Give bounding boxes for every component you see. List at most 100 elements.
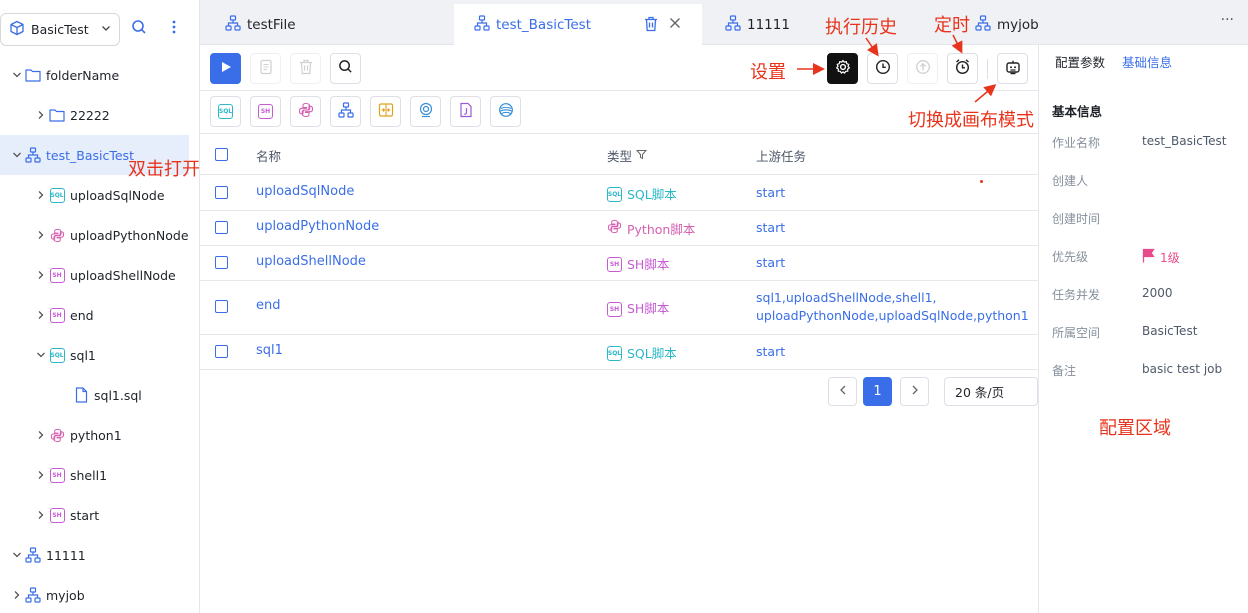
task-name-link[interactable]: sql1	[256, 343, 283, 358]
add-jar-node-button[interactable]	[450, 96, 481, 127]
tree-item[interactable]: myjob	[0, 575, 199, 613]
chevron-down-icon[interactable]	[10, 70, 24, 80]
task-name-link[interactable]: uploadPythonNode	[256, 219, 379, 234]
tree-item[interactable]: uploadPythonNode	[0, 215, 199, 255]
publish-button[interactable]	[907, 53, 938, 84]
workflow-icon	[474, 14, 490, 35]
search-button[interactable]	[127, 17, 151, 41]
copy-button[interactable]	[250, 53, 281, 84]
tree-item[interactable]: SH start	[0, 495, 199, 535]
upstream-tasks[interactable]: start	[756, 184, 1038, 202]
delete-button[interactable]	[290, 53, 321, 84]
shell-icon: SH	[607, 254, 622, 272]
more-menu-button[interactable]	[162, 17, 186, 41]
chevron-right-icon[interactable]	[34, 430, 48, 440]
table-header-divider	[200, 174, 1038, 175]
row-divider	[200, 334, 1038, 335]
workflow-icon	[24, 146, 42, 164]
tab-myjob[interactable]: myjob	[975, 4, 1039, 45]
field-value: 2000	[1142, 286, 1173, 300]
row-checkbox[interactable]	[215, 185, 228, 199]
field-value-text: BasicTest	[1142, 324, 1198, 338]
table-search-button[interactable]	[330, 53, 361, 84]
annotation-config-area: 配置区域	[1099, 418, 1171, 439]
chevron-right-icon[interactable]	[34, 510, 48, 520]
tree-item[interactable]: 11111	[0, 535, 199, 575]
upstream-tasks[interactable]: start	[756, 254, 1038, 272]
tree-item[interactable]: SH shell1	[0, 455, 199, 495]
next-page-button[interactable]	[900, 377, 929, 406]
tab-11111[interactable]: 11111	[725, 4, 790, 45]
shell-icon: SH	[48, 506, 66, 524]
chevron-down-icon[interactable]	[10, 550, 24, 560]
more-vertical-icon	[171, 19, 177, 39]
tree-item[interactable]: folderName	[0, 55, 199, 95]
history-button[interactable]	[867, 53, 898, 84]
sql-icon: SQL	[218, 104, 233, 119]
prev-page-button[interactable]	[828, 377, 857, 406]
task-name-link[interactable]: uploadSqlNode	[256, 184, 354, 199]
row-checkbox[interactable]	[215, 344, 228, 358]
tree-item-label: uploadSqlNode	[70, 187, 165, 203]
upstream-tasks[interactable]: sql1,uploadShellNode,shell1, uploadPytho…	[756, 289, 1038, 325]
run-button[interactable]	[210, 53, 241, 84]
select-all-checkbox[interactable]	[215, 148, 228, 161]
chevron-right-icon[interactable]	[34, 270, 48, 280]
row-checkbox[interactable]	[215, 300, 228, 313]
page-size-select[interactable]: 20 条/页	[944, 377, 1038, 406]
add-workflow-node-button[interactable]	[330, 96, 361, 127]
task-name-link[interactable]: end	[256, 298, 281, 313]
tree-item[interactable]: SQL sql1	[0, 335, 199, 375]
add-transfer-node-button[interactable]	[370, 96, 401, 127]
upstream-tasks[interactable]: start	[756, 219, 1038, 237]
tab-test-basictest[interactable]: test_BasicTest	[454, 4, 702, 45]
settings-button[interactable]	[827, 53, 858, 84]
chevron-right-icon[interactable]	[34, 110, 48, 120]
tree-item[interactable]: SH uploadShellNode	[0, 255, 199, 295]
tree-item[interactable]: SQL uploadSqlNode	[0, 175, 199, 215]
field-key: 创建时间	[1052, 212, 1101, 226]
sql-icon: SQL	[607, 184, 622, 202]
field-value-text: 2000	[1142, 286, 1173, 300]
tree-item[interactable]: sql1.sql	[0, 375, 199, 415]
project-select[interactable]: BasicTest	[0, 13, 120, 46]
add-sh-node-button[interactable]: SH	[250, 96, 281, 127]
task-name-link[interactable]: uploadShellNode	[256, 254, 366, 269]
python-icon	[48, 426, 66, 444]
chevron-right-icon[interactable]	[34, 470, 48, 480]
chevron-down-icon[interactable]	[34, 350, 48, 360]
filter-icon[interactable]	[635, 148, 648, 163]
add-monitor-node-button[interactable]	[410, 96, 441, 127]
close-icon[interactable]	[669, 17, 681, 33]
tab-testfile[interactable]: testFile	[225, 4, 296, 45]
tab-basic-info[interactable]: 基础信息	[1122, 52, 1172, 71]
row-checkbox[interactable]	[215, 220, 228, 234]
add-python-node-button[interactable]	[290, 96, 321, 127]
play-icon	[220, 61, 232, 77]
tree-item[interactable]: 22222	[0, 95, 199, 135]
sql-icon: SQL	[48, 186, 66, 204]
tab-label: test_BasicTest	[496, 16, 592, 33]
add-sql-node-button[interactable]: SQL	[210, 96, 241, 127]
row-checkbox[interactable]	[215, 255, 228, 269]
upstream-tasks[interactable]: start	[756, 343, 1038, 361]
canvas-mode-button[interactable]	[997, 53, 1028, 84]
chevron-right-icon[interactable]	[10, 590, 24, 600]
task-type-label: SH脚本	[627, 256, 670, 272]
more-horizontal-icon[interactable]: ···	[1221, 12, 1234, 28]
add-database-node-button[interactable]	[490, 96, 521, 127]
tree-item[interactable]: SH end	[0, 295, 199, 335]
page-1-button[interactable]: 1	[863, 377, 892, 406]
schedule-button[interactable]	[947, 53, 978, 84]
chevron-right-icon[interactable]	[34, 230, 48, 240]
chevron-right-icon[interactable]	[34, 190, 48, 200]
tree-item[interactable]: python1	[0, 415, 199, 455]
trash-icon[interactable]	[644, 16, 658, 36]
annotation-double-click: 双击打开	[128, 159, 200, 180]
task-type-label: SH脚本	[627, 301, 670, 316]
chevron-down-icon[interactable]	[10, 150, 24, 160]
tab-config-params[interactable]: 配置参数	[1055, 52, 1105, 71]
alarm-clock-icon	[954, 58, 971, 79]
clock-icon	[875, 59, 891, 79]
chevron-right-icon[interactable]	[34, 310, 48, 320]
